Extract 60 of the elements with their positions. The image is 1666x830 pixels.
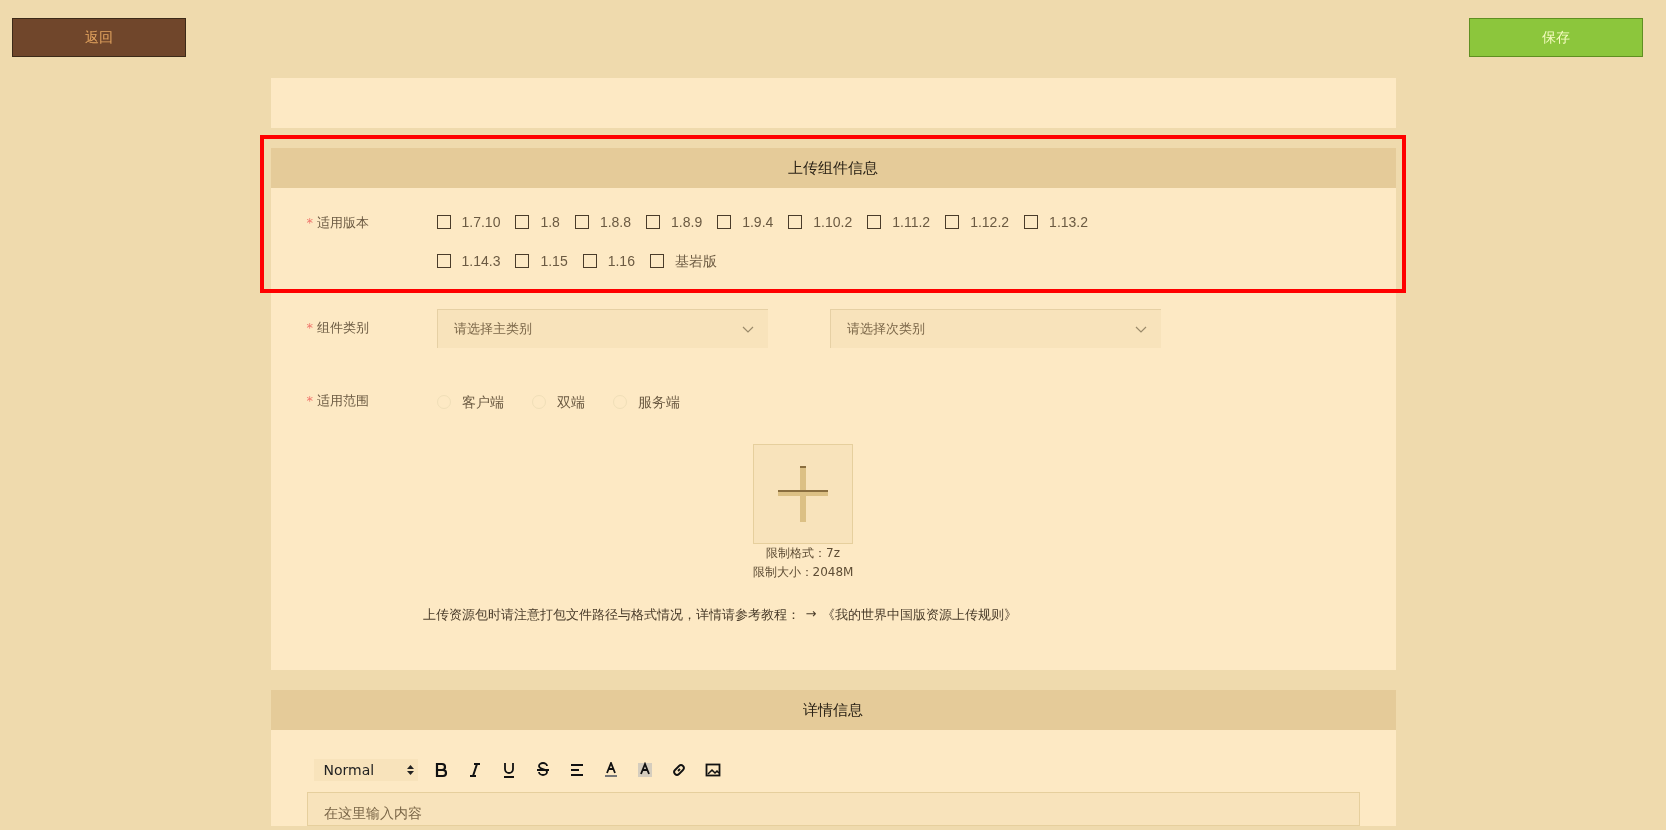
required-mark: * (306, 320, 313, 335)
option-label: 1.9.4 (742, 213, 774, 232)
option-label: 1.10.2 (813, 213, 853, 232)
highlight-color-icon (636, 762, 653, 778)
section-header: 详情信息 (270, 690, 1396, 730)
arrow-symbol: → (805, 606, 817, 623)
chevron-down-icon (741, 325, 754, 333)
field-label: 适用版本 (317, 215, 369, 230)
size-note: 限制大小：2048M (752, 564, 854, 581)
checkbox[interactable] (436, 254, 451, 268)
option-label: 1.11.2 (892, 213, 931, 232)
checkbox[interactable] (574, 215, 589, 229)
option-label: 基岩版 (674, 252, 717, 271)
checkbox[interactable] (582, 254, 597, 268)
option-label: 1.8.9 (671, 213, 703, 232)
checkbox[interactable] (867, 215, 882, 229)
text-color-icon (602, 762, 619, 778)
dropdown[interactable]: 请选择主类别 (436, 309, 768, 348)
required-mark: * (306, 393, 313, 408)
dropdown-placeholder: 请选择次类别 (846, 320, 925, 338)
option-label: 1.7.10 (461, 213, 501, 232)
back-button[interactable]: 返回 (12, 18, 186, 57)
required-mark: * (306, 215, 313, 230)
checkbox[interactable] (717, 215, 732, 229)
option-label: 服务端 (637, 393, 680, 412)
option-label: 1.8 (540, 213, 560, 232)
image-icon (704, 762, 721, 778)
option-label: 1.12.2 (970, 213, 1010, 232)
field-label: 适用范围 (317, 393, 369, 408)
dropdown-placeholder: 请选择主类别 (453, 320, 532, 338)
checkbox[interactable] (649, 254, 664, 268)
format-note: 限制格式：7z (766, 545, 840, 562)
option-label: 1.13.2 (1049, 213, 1089, 232)
option-label: 1.8.8 (599, 213, 632, 232)
option-label: 1.14.3 (461, 252, 501, 271)
checkbox[interactable] (945, 215, 960, 229)
plus-icon (778, 466, 828, 522)
option-label: 1.16 (607, 252, 635, 271)
dropdown[interactable]: 请选择次类别 (829, 309, 1161, 348)
chevron-down-icon (1134, 325, 1147, 333)
option-label: 客户端 (461, 393, 504, 412)
checkbox[interactable] (788, 215, 803, 229)
checkbox[interactable] (515, 215, 530, 229)
align-left-icon (568, 762, 585, 778)
checkbox[interactable] (515, 254, 530, 268)
sort-arrows-icon (406, 765, 414, 775)
section-header: 上传组件信息 (270, 148, 1396, 188)
editor-placeholder: 在这里输入内容 (323, 805, 422, 821)
rules-link[interactable]: 《我的世界中国版资源上传规则》 (822, 606, 1018, 624)
option-label: 双端 (556, 393, 585, 412)
checkbox[interactable] (436, 215, 451, 229)
checkbox[interactable] (1024, 215, 1039, 229)
field-label: 组件类别 (317, 320, 369, 335)
checkbox[interactable] (646, 215, 661, 229)
format-dropdown[interactable]: Normal (313, 759, 418, 781)
strikethrough-icon (534, 762, 551, 778)
option-label: 1.15 (540, 252, 568, 271)
notice-text: 上传资源包时请注意打包文件路径与格式情况，详情请参考教程： (422, 606, 800, 624)
link-icon (670, 762, 687, 778)
editor-field[interactable]: 在这里输入内容 (306, 792, 1360, 826)
